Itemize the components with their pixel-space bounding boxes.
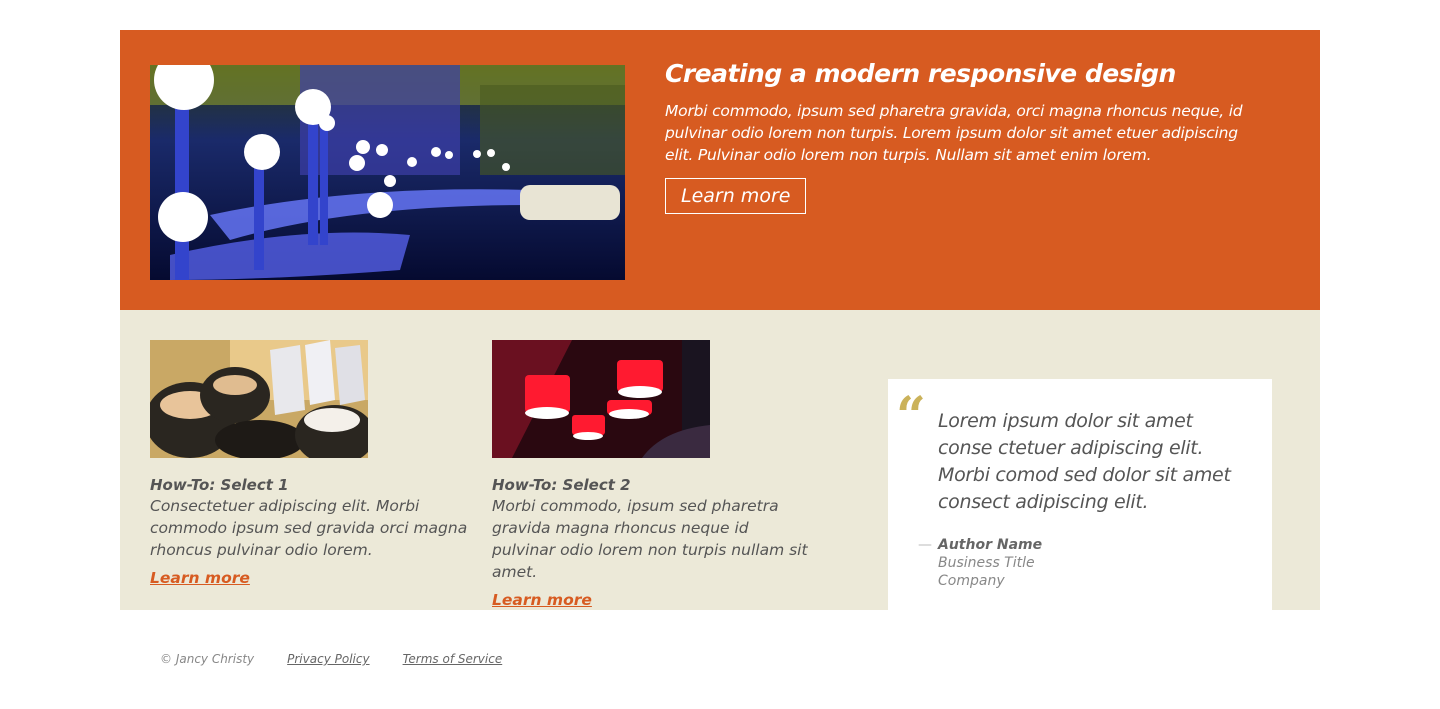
- card-title: How-To: Select 1: [150, 476, 289, 494]
- author-name: Author Name: [938, 537, 1043, 553]
- author-title: Business Title: [938, 555, 1035, 571]
- hero-banner: Creating a modern responsive design Morb…: [120, 30, 1320, 310]
- feature-card-1: How-To: Select 1 Consectetuer adipiscing…: [150, 340, 470, 587]
- quote-mark-icon: “: [896, 386, 926, 447]
- page-footer: © Jancy Christy Privacy Policy Terms of …: [160, 652, 502, 666]
- hero-content: Creating a modern responsive design Morb…: [665, 58, 1265, 214]
- card-learn-more-link[interactable]: Learn more: [492, 591, 592, 609]
- chairs-photo: [150, 340, 368, 458]
- page-container: Creating a modern responsive design Morb…: [120, 30, 1320, 611]
- quote-author: — Author Name Business Title Company: [918, 536, 1043, 590]
- lamps-image: [492, 340, 710, 458]
- author-company: Company: [938, 573, 1005, 589]
- lamps-photo: [492, 340, 710, 458]
- author-dash: —: [918, 537, 932, 553]
- terms-of-service-link[interactable]: Terms of Service: [403, 652, 503, 666]
- features-band: How-To: Select 1 Consectetuer adipiscing…: [120, 310, 1320, 611]
- testimonial-quote: “ Lorem ipsum dolor sit amet conse ctetu…: [888, 379, 1272, 611]
- feature-card-2: How-To: Select 2 Morbi commodo, ipsum se…: [492, 340, 812, 609]
- card-learn-more-link[interactable]: Learn more: [150, 569, 250, 587]
- learn-more-button[interactable]: Learn more: [665, 178, 807, 214]
- card-title: How-To: Select 2: [492, 476, 631, 494]
- hero-description: Morbi commodo, ipsum sed pharetra gravid…: [665, 102, 1243, 164]
- quote-text: Lorem ipsum dolor sit amet conse ctetuer…: [938, 410, 1231, 513]
- copyright-text: © Jancy Christy: [160, 652, 255, 666]
- card-text: Morbi commodo, ipsum sed pharetra gravid…: [492, 497, 808, 581]
- card-text: Consectetuer adipiscing elit. Morbi comm…: [150, 497, 468, 559]
- chairs-image: [150, 340, 368, 458]
- privacy-policy-link[interactable]: Privacy Policy: [287, 652, 369, 666]
- lounge-photo: [150, 65, 625, 280]
- hero-image: [150, 65, 625, 280]
- hero-title: Creating a modern responsive design: [665, 59, 1176, 88]
